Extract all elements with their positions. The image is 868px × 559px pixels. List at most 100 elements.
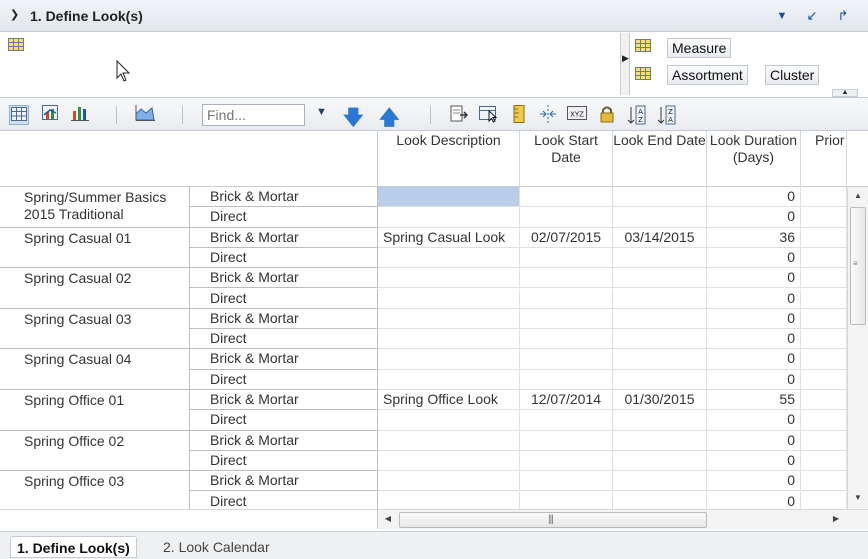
cell-end[interactable] <box>613 430 707 451</box>
cell-desc[interactable] <box>378 349 520 370</box>
cell-desc[interactable] <box>378 329 520 350</box>
cell-start[interactable] <box>520 369 613 390</box>
cell-dur[interactable]: 0 <box>707 410 801 431</box>
cell-desc[interactable] <box>378 247 520 269</box>
scroll-right-icon[interactable]: ▶ <box>829 512 843 526</box>
cell-desc[interactable] <box>378 491 520 509</box>
column-header[interactable]: Prior <box>801 131 847 187</box>
cell-start[interactable] <box>520 471 613 492</box>
cell-start[interactable] <box>520 410 613 431</box>
cell-prior[interactable] <box>801 491 847 509</box>
cell-dur[interactable]: 0 <box>707 369 801 390</box>
measure-tile[interactable]: Measure <box>667 38 732 58</box>
cell-end[interactable] <box>613 329 707 350</box>
cell-dur[interactable]: 0 <box>707 471 801 492</box>
cell-desc[interactable] <box>378 268 520 289</box>
cell-start[interactable] <box>520 491 613 509</box>
xyz-icon[interactable]: XYZ <box>567 105 587 125</box>
chevron-down-icon[interactable]: ❯ <box>10 8 19 21</box>
cell-start[interactable] <box>520 329 613 350</box>
cell-dur[interactable]: 0 <box>707 187 801 208</box>
find-dropdown-icon[interactable]: ▼ <box>316 106 327 118</box>
sort-descending-icon[interactable]: ZA <box>656 105 676 125</box>
row-channel-label[interactable]: Direct <box>190 288 378 309</box>
row-group-label[interactable]: Spring Casual 03 <box>0 308 190 350</box>
cell-prior[interactable] <box>801 450 847 472</box>
column-header[interactable]: Look Duration (Days) <box>707 131 801 187</box>
scroll-up-icon[interactable]: ▲ <box>832 89 858 97</box>
cell-prior[interactable] <box>801 471 847 492</box>
sort-ascending-icon[interactable]: AZ <box>626 105 646 125</box>
cell-desc[interactable] <box>378 369 520 390</box>
row-channel-label[interactable]: Direct <box>190 491 378 509</box>
menu-dropdown-icon[interactable]: ▼ <box>773 7 791 25</box>
row-group-label[interactable]: Spring Office 03 <box>0 471 190 509</box>
cell-start[interactable]: 02/07/2015 <box>520 227 613 248</box>
cell-prior[interactable] <box>801 349 847 370</box>
row-channel-label[interactable]: Direct <box>190 369 378 390</box>
row-group-label[interactable]: Spring Office 01 <box>0 390 190 431</box>
column-header[interactable]: Look Description <box>378 131 520 187</box>
cell-start[interactable] <box>520 430 613 451</box>
cell-start[interactable] <box>520 450 613 472</box>
row-channel-label[interactable]: Direct <box>190 207 378 228</box>
scrollbar-thumb[interactable]: ||| <box>399 512 707 528</box>
cell-prior[interactable] <box>801 268 847 289</box>
find-input[interactable] <box>202 104 305 126</box>
tab-look-calendar[interactable]: 2. Look Calendar <box>157 536 276 558</box>
cell-end[interactable] <box>613 491 707 509</box>
cell-prior[interactable] <box>801 410 847 431</box>
cell-desc[interactable] <box>378 430 520 451</box>
scroll-down-icon[interactable]: ▼ <box>848 491 868 505</box>
tab-define-looks[interactable]: 1. Define Look(s) <box>10 536 137 558</box>
row-channel-label[interactable]: Brick & Mortar <box>190 430 378 451</box>
assortment-tile[interactable]: Assortment <box>667 65 748 85</box>
split-icon[interactable] <box>538 105 558 125</box>
cell-dur[interactable]: 36 <box>707 227 801 248</box>
cell-dur[interactable]: 0 <box>707 268 801 289</box>
cell-prior[interactable] <box>801 329 847 350</box>
cell-end[interactable] <box>613 410 707 431</box>
cell-dur[interactable]: 55 <box>707 390 801 411</box>
cell-desc[interactable] <box>378 288 520 309</box>
row-channel-label[interactable]: Brick & Mortar <box>190 471 378 492</box>
cell-desc[interactable]: Spring Casual Look <box>378 227 520 248</box>
horizontal-scrollbar[interactable]: ◀ ||| ▶ <box>378 509 847 529</box>
cell-end[interactable] <box>613 288 707 309</box>
row-channel-label[interactable]: Direct <box>190 410 378 431</box>
row-channel-label[interactable]: Brick & Mortar <box>190 227 378 248</box>
cell-dur[interactable]: 0 <box>707 329 801 350</box>
row-channel-label[interactable]: Brick & Mortar <box>190 390 378 411</box>
cell-start[interactable] <box>520 288 613 309</box>
cell-end[interactable]: 01/30/2015 <box>613 390 707 411</box>
grid-chart-icon[interactable] <box>41 105 61 125</box>
cell-dur[interactable]: 0 <box>707 207 801 228</box>
row-channel-label[interactable]: Direct <box>190 450 378 472</box>
row-channel-label[interactable]: Brick & Mortar <box>190 308 378 330</box>
cell-prior[interactable] <box>801 308 847 330</box>
cell-prior[interactable] <box>801 227 847 248</box>
cell-dur[interactable]: 0 <box>707 308 801 330</box>
cluster-tile[interactable]: Cluster <box>765 65 820 85</box>
column-header[interactable]: Look End Date <box>613 131 707 187</box>
row-channel-label[interactable]: Brick & Mortar <box>190 349 378 370</box>
row-group-label[interactable]: Spring Casual 01 <box>0 227 190 269</box>
cell-start[interactable] <box>520 187 613 208</box>
cell-prior[interactable] <box>801 390 847 411</box>
row-channel-label[interactable]: Brick & Mortar <box>190 268 378 289</box>
cell-desc[interactable] <box>378 308 520 330</box>
restore-icon[interactable]: ↙ <box>803 7 821 25</box>
cell-dur[interactable]: 0 <box>707 491 801 509</box>
detach-icon[interactable]: ↱ <box>834 7 852 25</box>
cell-desc[interactable] <box>378 207 520 228</box>
panel-splitter[interactable]: ▶ <box>621 33 630 95</box>
cell-dur[interactable]: 0 <box>707 450 801 472</box>
cell-start[interactable] <box>520 207 613 228</box>
cell-start[interactable] <box>520 268 613 289</box>
ruler-icon[interactable] <box>509 105 529 125</box>
cell-end[interactable] <box>613 187 707 208</box>
cell-desc[interactable] <box>378 450 520 472</box>
row-group-label[interactable]: Spring Casual 04 <box>0 349 190 390</box>
row-group-label[interactable]: Spring Casual 02 <box>0 268 190 309</box>
cell-dur[interactable]: 0 <box>707 430 801 451</box>
